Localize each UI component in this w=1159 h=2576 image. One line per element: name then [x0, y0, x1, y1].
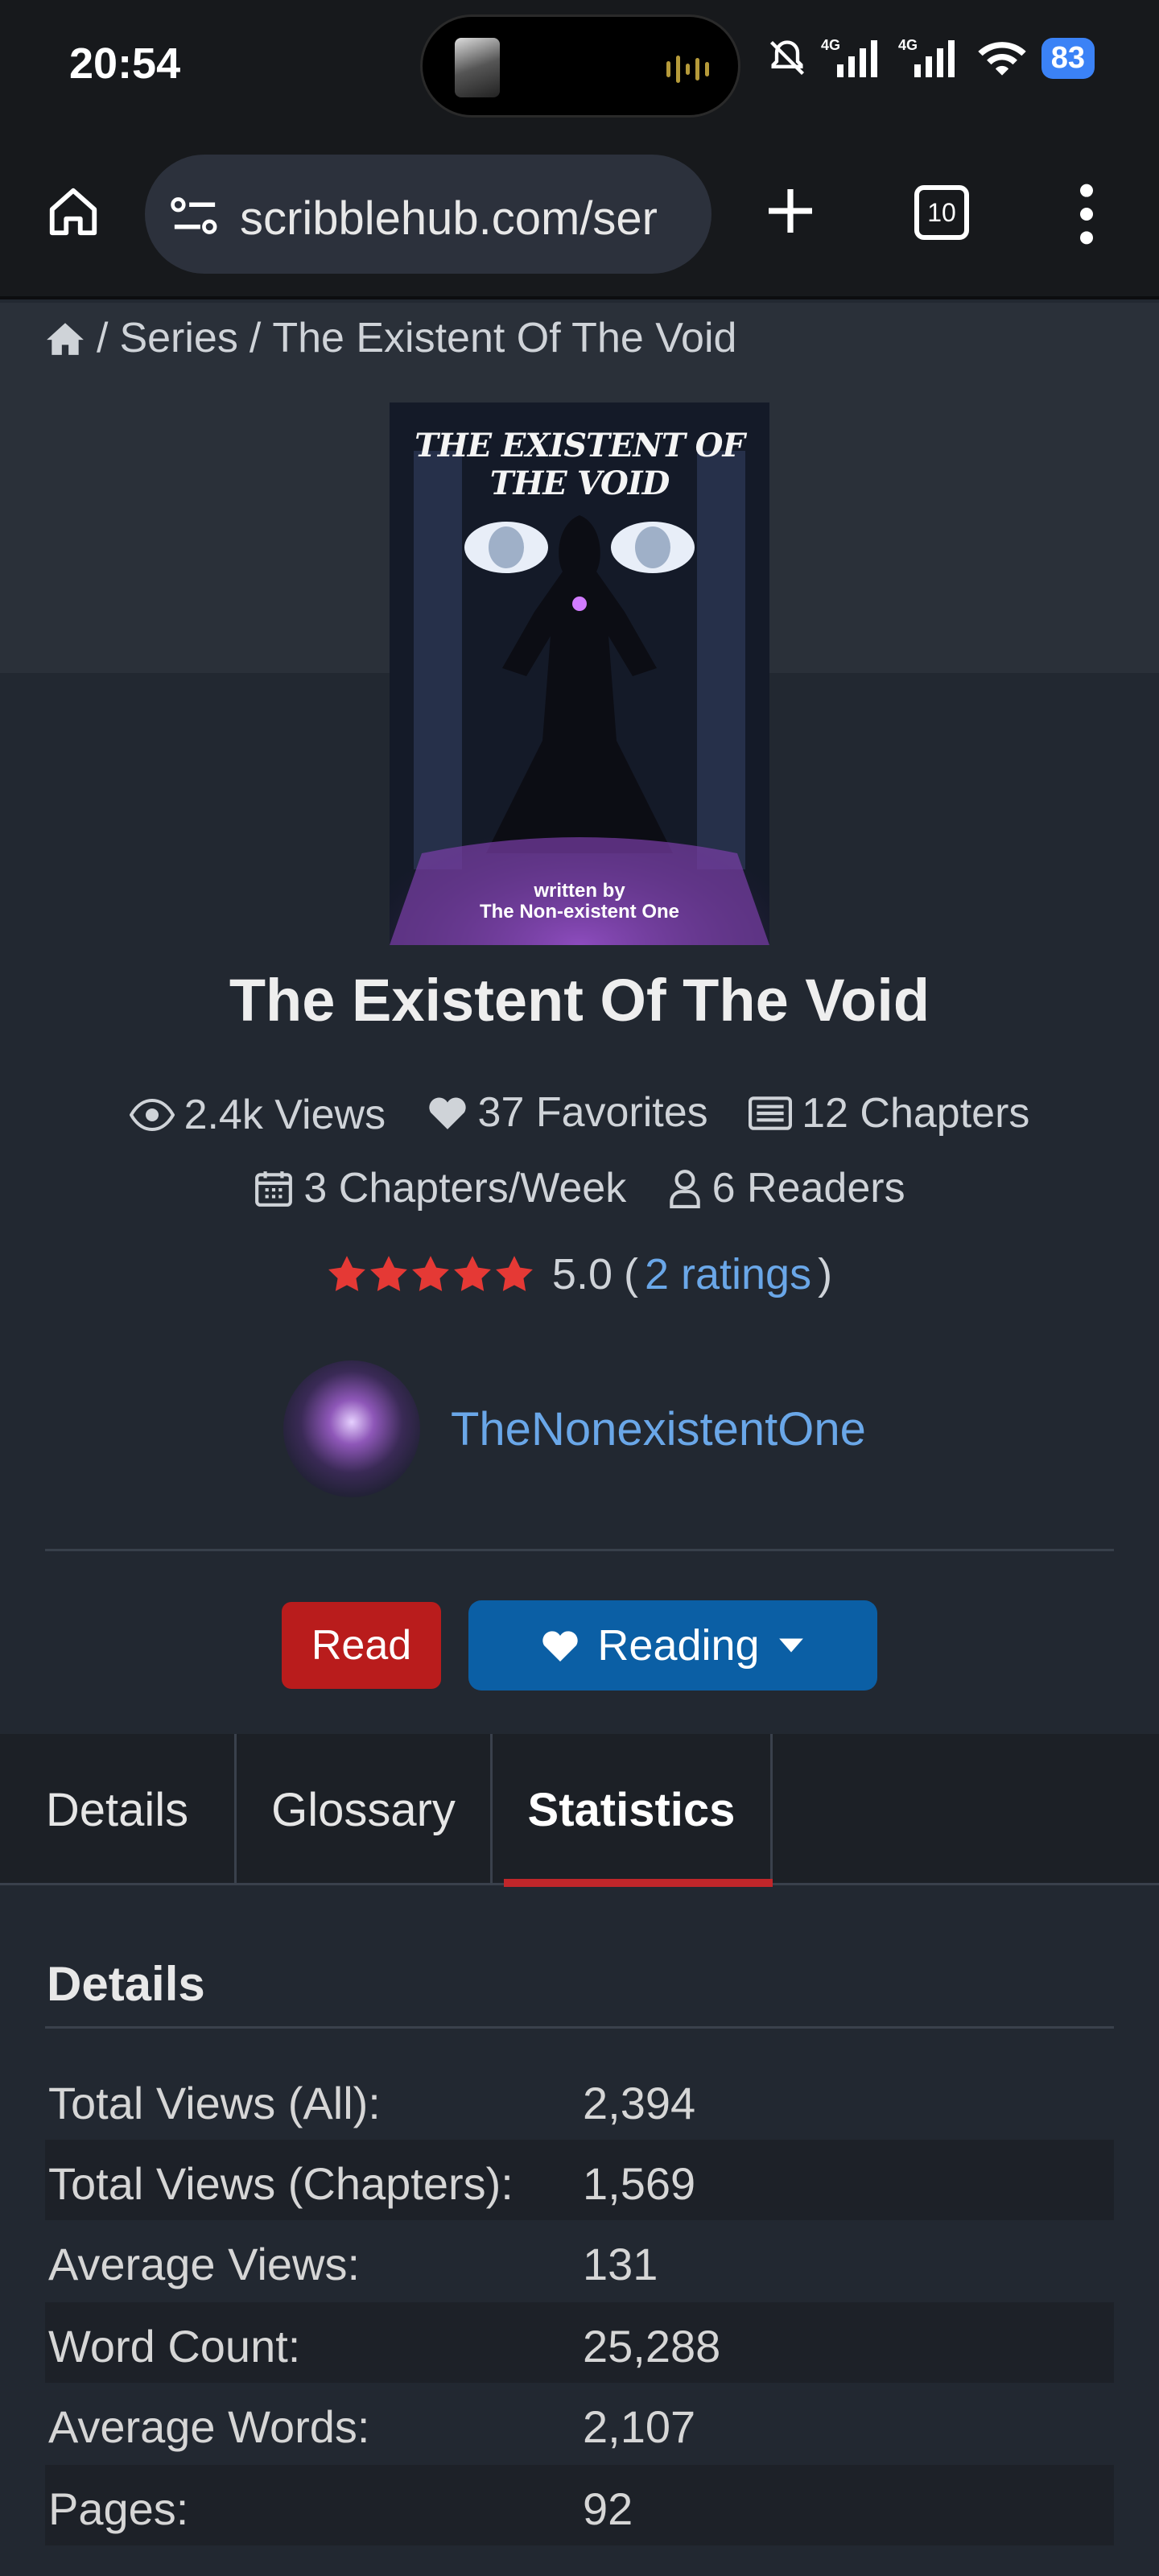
status-time: 20:54	[69, 39, 181, 88]
chapters-per-week-stat: 3 Chapters/Week	[254, 1153, 626, 1224]
cover-byline-line2: The Non-existent One	[479, 901, 680, 923]
tab-details[interactable]: Details	[0, 1734, 237, 1885]
battery-indicator: 83	[1041, 37, 1095, 79]
statistics-divider	[45, 2026, 1114, 2029]
divider	[45, 1549, 1114, 1551]
breadcrumb: / Series / The Existent Of The Void	[45, 314, 736, 362]
breadcrumb-current: The Existent Of The Void	[272, 315, 737, 361]
mute-bell-icon	[769, 40, 804, 76]
cover-title-text: THE EXISTENT OF THE VOID	[415, 427, 745, 502]
chapters-per-week-text: 3 Chapters/Week	[303, 1165, 627, 1212]
breadcrumb-series-link[interactable]: Series	[119, 314, 237, 362]
browser-toolbar: scribblehub.com/ser 10	[0, 137, 1159, 299]
home-breadcrumb-icon[interactable]	[45, 320, 85, 357]
stat-value: 1,569	[583, 2158, 696, 2209]
stat-row: Average Views: 131	[45, 2220, 1114, 2301]
address-bar[interactable]: scribblehub.com/ser	[145, 155, 711, 274]
signal-icon-2: 4G	[898, 37, 955, 77]
star-icon[interactable]	[369, 1254, 409, 1294]
status-icons: 4G 4G 83	[766, 35, 1095, 80]
read-button[interactable]: Read	[282, 1602, 441, 1689]
heart-icon	[542, 1631, 579, 1662]
views-text: 2.4k Views	[184, 1092, 386, 1138]
rating-row: 5.0 (2 ratings)	[0, 1249, 1159, 1299]
stat-label: Total Views (All):	[48, 2078, 381, 2128]
author-block[interactable]: TheNonexistentOne	[283, 1360, 866, 1497]
reading-label: Reading	[597, 1621, 760, 1670]
readers-text: 6 Readers	[711, 1165, 905, 1212]
stat-label: Pages:	[48, 2483, 189, 2534]
cover-byline-line1: written by	[534, 880, 625, 902]
star-icon[interactable]	[327, 1254, 367, 1294]
rating-close-paren: )	[818, 1250, 833, 1298]
user-icon	[669, 1170, 700, 1208]
active-tab-indicator	[504, 1879, 773, 1887]
rating-open-paren: (	[623, 1250, 638, 1298]
status-bar: 20:54 4G 4G 83	[0, 0, 1159, 137]
stat-value: 92	[583, 2483, 633, 2534]
stat-row: Word Count: 25,288	[45, 2302, 1114, 2383]
cover-byline: written by The Non-existent One	[390, 881, 769, 923]
stat-label: Total Views (Chapters):	[48, 2158, 514, 2209]
chapters-stat: 12 Chapters	[749, 1078, 1029, 1149]
calendar-icon	[255, 1171, 293, 1207]
series-tabs: Details Glossary Statistics	[0, 1734, 1159, 1885]
stat-row: Pages: 92	[45, 2465, 1114, 2545]
statistics-heading: Details	[47, 1957, 205, 2011]
star-rating[interactable]	[327, 1254, 534, 1294]
stat-value: 25,288	[583, 2321, 721, 2372]
stat-value: 2,394	[583, 2078, 696, 2128]
series-stats: 2.4k Views 37 Favorites 12 Chapters 3 Ch…	[48, 1077, 1111, 1230]
signal-icon: 4G	[821, 37, 877, 77]
dynamic-island[interactable]	[420, 14, 740, 118]
series-cover-image[interactable]: THE EXISTENT OF THE VOID written by The …	[390, 402, 769, 945]
new-tab-icon[interactable]	[761, 182, 819, 240]
media-thumbnail	[455, 38, 500, 97]
rating-value: 5.0	[551, 1250, 612, 1298]
tab-switcher-button[interactable]: 10	[914, 185, 969, 240]
tab-glossary[interactable]: Glossary	[237, 1734, 493, 1885]
stat-label: Word Count:	[48, 2321, 301, 2372]
eye-icon	[129, 1099, 175, 1131]
site-settings-icon[interactable]	[169, 193, 221, 238]
stat-value: 2,107	[583, 2401, 696, 2452]
favorites-text: 37 Favorites	[477, 1089, 708, 1136]
stat-label: Average Words:	[48, 2401, 370, 2452]
readers-stat: 6 Readers	[667, 1153, 905, 1224]
star-icon[interactable]	[452, 1254, 493, 1294]
heart-icon	[428, 1097, 466, 1129]
tab-statistics[interactable]: Statistics	[493, 1734, 773, 1885]
author-avatar[interactable]	[283, 1360, 420, 1497]
star-icon[interactable]	[494, 1254, 534, 1294]
views-stat: 2.4k Views	[129, 1080, 386, 1150]
breadcrumb-separator: /	[97, 315, 109, 361]
stat-value: 131	[583, 2239, 658, 2289]
star-icon[interactable]	[410, 1254, 451, 1294]
audio-wave-icon	[666, 56, 709, 83]
chapters-text: 12 Chapters	[802, 1090, 1030, 1137]
series-title: The Existent Of The Void	[229, 967, 930, 1034]
stat-row: Average Words: 2,107	[45, 2383, 1114, 2463]
author-name-link[interactable]: TheNonexistentOne	[451, 1402, 866, 1456]
url-text[interactable]: scribblehub.com/ser	[240, 192, 699, 246]
ratings-link[interactable]: 2 ratings	[645, 1249, 811, 1299]
reading-list-button[interactable]: Reading	[468, 1600, 877, 1690]
svg-text:4G: 4G	[821, 37, 840, 53]
stat-row: Total Views (All): 2,394	[45, 2059, 1114, 2140]
more-options-icon[interactable]	[1069, 182, 1104, 246]
list-icon	[749, 1096, 793, 1130]
breadcrumb-separator: /	[249, 315, 262, 361]
favorites-stat: 37 Favorites	[427, 1077, 708, 1148]
caret-down-icon	[778, 1638, 803, 1653]
stat-label: Average Views:	[48, 2239, 361, 2289]
stat-row: Total Views (Chapters): 1,569	[45, 2140, 1114, 2220]
home-icon[interactable]	[45, 184, 101, 240]
svg-text:4G: 4G	[898, 37, 918, 53]
wifi-icon	[978, 42, 1026, 76]
